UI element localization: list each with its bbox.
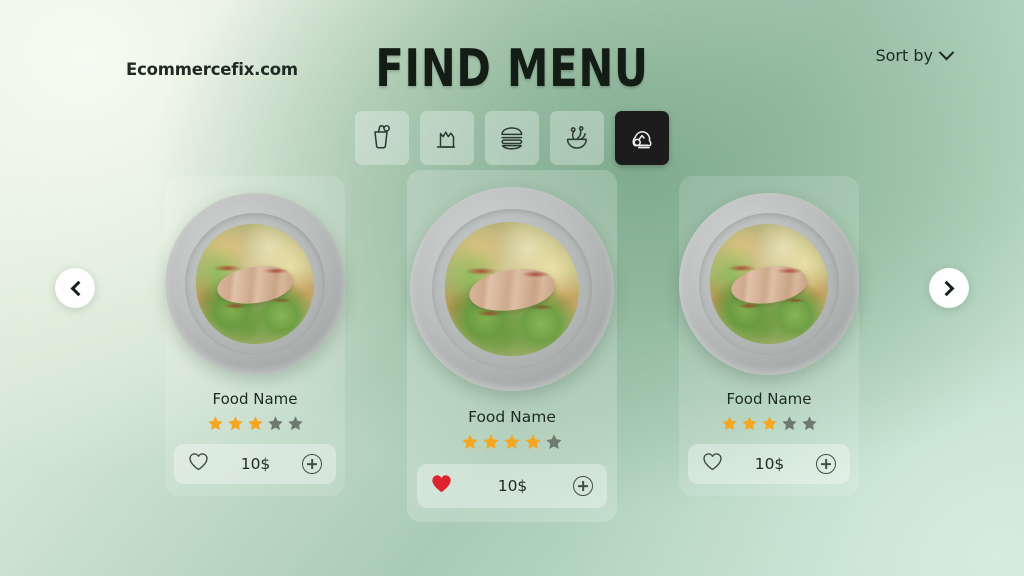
rating-stars[interactable] [165, 415, 345, 432]
salad-graphic [195, 223, 315, 345]
category-tab-drinks[interactable] [355, 111, 409, 165]
category-tab-salads[interactable] [550, 111, 604, 165]
card-action-bar: 10$ [417, 464, 607, 508]
plate-graphic [679, 193, 859, 375]
salad-bowl-icon [561, 122, 593, 154]
add-to-cart-button[interactable] [573, 476, 593, 496]
heart-filled-icon[interactable] [431, 474, 452, 498]
food-card[interactable]: Food Name 10$ [679, 176, 859, 496]
food-title: Food Name [468, 408, 556, 426]
category-tab-desserts[interactable] [420, 111, 474, 165]
sort-by-dropdown[interactable]: Sort by [875, 44, 955, 65]
rating-stars[interactable] [407, 433, 617, 451]
add-to-cart-button[interactable] [816, 454, 836, 474]
grilled-food-icon [626, 122, 658, 154]
food-title: Food Name [726, 390, 812, 408]
burger-icon [496, 122, 528, 154]
page-title: FIND MENU [375, 39, 649, 99]
chevron-down-icon [938, 44, 955, 61]
food-image [679, 186, 859, 382]
food-image [165, 186, 345, 382]
add-to-cart-button[interactable] [302, 454, 322, 474]
category-tab-grill[interactable] [615, 111, 669, 165]
category-tab-burgers[interactable] [485, 111, 539, 165]
food-image [407, 180, 617, 398]
food-price: 10$ [497, 477, 528, 495]
find-menu-screen: Ecommercefix.com FIND MENU Sort by Food … [0, 0, 1024, 576]
sort-by-label: Sort by [875, 46, 933, 65]
plate-graphic [410, 187, 614, 391]
heart-outline-icon[interactable] [702, 452, 723, 476]
food-title: Food Name [212, 390, 298, 408]
food-card-carousel: Food Name 10$ Food Name 10$ Food Name 10$ [0, 170, 1024, 522]
card-action-bar: 10$ [174, 444, 336, 484]
plate-graphic [165, 193, 345, 375]
card-action-bar: 10$ [688, 444, 850, 484]
cake-slice-icon [431, 122, 463, 154]
food-card[interactable]: Food Name 10$ [165, 176, 345, 496]
category-tab-bar [355, 111, 669, 165]
food-price: 10$ [240, 455, 271, 473]
heart-outline-icon[interactable] [188, 452, 209, 476]
food-card[interactable]: Food Name 10$ [407, 170, 617, 522]
food-price: 10$ [754, 455, 785, 473]
rating-stars[interactable] [679, 415, 859, 432]
salad-graphic [709, 223, 829, 345]
salad-graphic [444, 221, 580, 357]
drink-glass-icon [366, 122, 398, 154]
